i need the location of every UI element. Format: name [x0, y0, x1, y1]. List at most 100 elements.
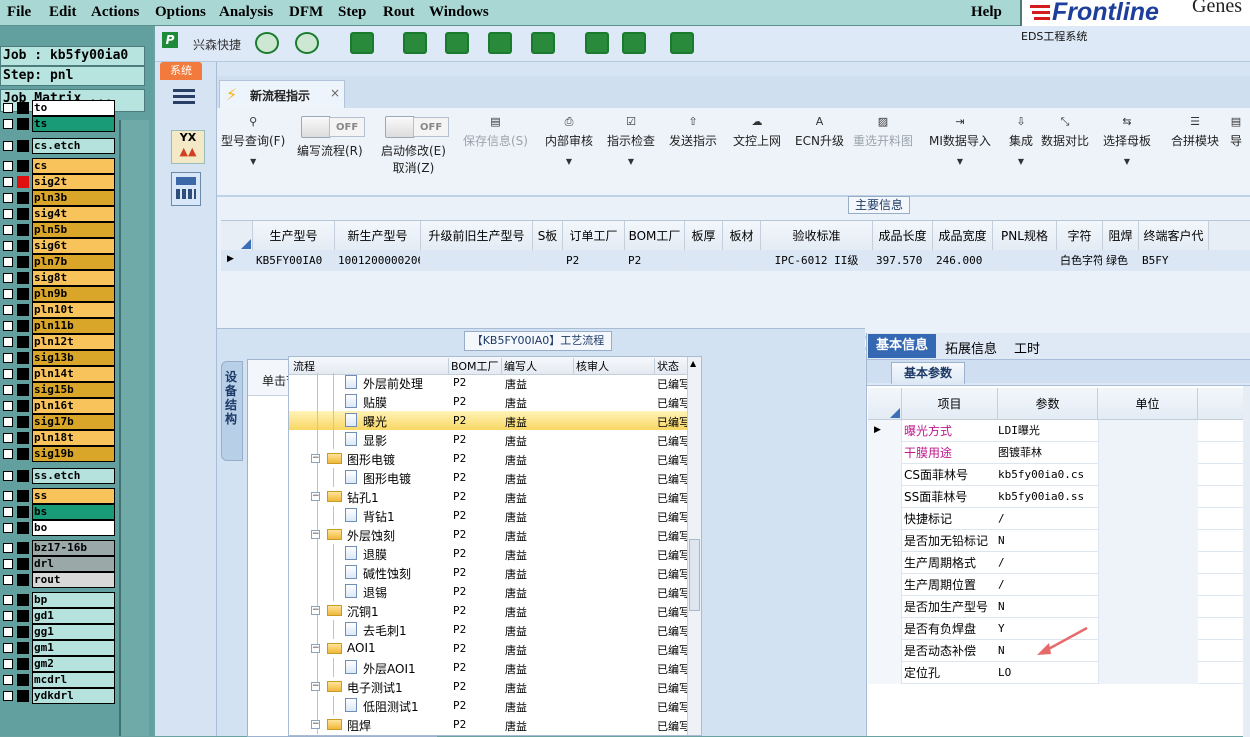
dropdown-arrow-icon[interactable]: ▼: [545, 157, 593, 166]
layer-checkbox[interactable]: [3, 369, 13, 379]
layer-row[interactable]: bo: [0, 520, 116, 536]
matrix-icon[interactable]: [531, 32, 555, 54]
layer-checkbox[interactable]: [3, 417, 13, 427]
tree-folder-row[interactable]: − 图形电镀 P2 唐益 已编写: [289, 449, 687, 468]
tab-new-process[interactable]: ⚡ 新流程指示 ×: [219, 80, 345, 108]
layer-checkbox[interactable]: [3, 209, 13, 219]
layer-row[interactable]: gm1: [0, 640, 116, 656]
layer-name[interactable]: mcdrl: [32, 672, 115, 688]
menu-help[interactable]: Help: [971, 4, 1002, 21]
menu-file[interactable]: File: [7, 4, 31, 21]
param-value[interactable]: kb5fy00ia0.cs: [998, 464, 1096, 486]
layer-row[interactable]: sig15b: [0, 382, 116, 398]
toolbar-button-10[interactable]: ⇥ MI数据导入 ▼: [929, 116, 991, 167]
toggle-switch[interactable]: OFF: [381, 116, 450, 140]
collapse-toggle-icon[interactable]: −: [311, 682, 320, 691]
calculator-icon[interactable]: [171, 172, 201, 206]
tree-scroll-thumb[interactable]: [689, 539, 700, 611]
tree-node-row[interactable]: 贴膜 P2 唐益 已编写: [289, 392, 687, 411]
layer-row[interactable]: sig2t: [0, 174, 116, 190]
col-header[interactable]: 升级前旧生产型号: [421, 221, 533, 251]
tab-basic-params[interactable]: 基本参数: [891, 362, 965, 384]
toolbar-button-6[interactable]: ⇧ 发送指示: [669, 116, 717, 149]
layer-row[interactable]: gd1: [0, 608, 116, 624]
param-value[interactable]: /: [998, 574, 1096, 596]
toolbar-button-7[interactable]: ☁ 文控上网: [733, 116, 781, 149]
process-tree-scrollbar[interactable]: ▲: [687, 357, 701, 735]
layer-name[interactable]: pln5b: [32, 222, 115, 238]
layer-name[interactable]: gm2: [32, 656, 115, 672]
user-icon[interactable]: [585, 32, 609, 54]
tree-node-row[interactable]: 背钻1 P2 唐益 已编写: [289, 506, 687, 525]
layer-name[interactable]: sig19b: [32, 446, 115, 462]
layer-name[interactable]: gg1: [32, 624, 115, 640]
layer-name[interactable]: bs: [32, 504, 115, 520]
monitor-icon[interactable]: [670, 32, 694, 54]
col-header[interactable]: PNL规格: [993, 221, 1057, 251]
layer-name[interactable]: pln10t: [32, 302, 115, 318]
layer-name[interactable]: pln18t: [32, 430, 115, 446]
param-row[interactable]: 生产周期格式 /: [868, 552, 1243, 574]
layer-checkbox[interactable]: [3, 353, 13, 363]
tree-node-row[interactable]: 图形电镀 P2 唐益 已编写: [289, 468, 687, 487]
layer-checkbox[interactable]: [3, 401, 13, 411]
layer-name[interactable]: pln7b: [32, 254, 115, 270]
col-header[interactable]: 验收标准: [761, 221, 873, 251]
layer-name[interactable]: bz17-16b: [32, 540, 115, 556]
layer-row[interactable]: ss: [0, 488, 116, 504]
param-value[interactable]: 图镀菲林: [998, 442, 1096, 464]
col-header[interactable]: 新生产型号: [335, 221, 421, 251]
layer-row[interactable]: sig13b: [0, 350, 116, 366]
tree-node-row[interactable]: 外层AOI1 P2 唐益 已编写: [289, 658, 687, 677]
param-row[interactable]: 快捷标记 /: [868, 508, 1243, 530]
tree-col-header[interactable]: 编写人: [502, 358, 574, 374]
tree-node-row[interactable]: 低阻测试1 P2 唐益 已编写: [289, 696, 687, 715]
params-scrollbar[interactable]: [1243, 386, 1250, 737]
layer-name[interactable]: pln9b: [32, 286, 115, 302]
toggle-switch[interactable]: OFF: [297, 116, 366, 140]
layer-row[interactable]: cs.etch: [0, 138, 116, 154]
layer-name[interactable]: cs.etch: [32, 138, 115, 154]
layer-checkbox[interactable]: [3, 627, 13, 637]
layer-row[interactable]: pln14t: [0, 366, 116, 382]
tree-col-header[interactable]: BOM工厂: [449, 358, 502, 374]
layer-row[interactable]: pln10t: [0, 302, 116, 318]
dropdown-arrow-icon[interactable]: ▼: [929, 157, 991, 166]
col-header[interactable]: 生产型号: [253, 221, 335, 251]
col-header[interactable]: 字符: [1057, 221, 1103, 251]
tree-node-row[interactable]: 外层前处理 P2 唐益 已编写: [289, 373, 687, 392]
dropdown-arrow-icon[interactable]: ▼: [1103, 157, 1151, 166]
menu-hamburger-icon[interactable]: [173, 86, 195, 106]
menu-windows[interactable]: Windows: [429, 4, 489, 21]
layer-row[interactable]: sig19b: [0, 446, 116, 462]
tree-col-header[interactable]: 流程: [291, 358, 449, 374]
layer-checkbox[interactable]: [3, 103, 13, 113]
tab-work-hours[interactable]: 工时: [1014, 338, 1040, 357]
equipment-structure-tab[interactable]: 设备结构: [221, 361, 243, 461]
search-icon[interactable]: [255, 32, 279, 54]
layer-name[interactable]: sig15b: [32, 382, 115, 398]
chart-icon[interactable]: [622, 32, 646, 54]
layer-checkbox[interactable]: [3, 491, 13, 501]
menu-step[interactable]: Step: [338, 4, 366, 21]
close-tab-icon[interactable]: ×: [330, 86, 340, 100]
layer-name[interactable]: gm1: [32, 640, 115, 656]
layer-row[interactable]: drl: [0, 556, 116, 572]
layer-name[interactable]: sig6t: [32, 238, 115, 254]
menu-rout[interactable]: Rout: [383, 4, 415, 21]
param-value[interactable]: /: [998, 508, 1096, 530]
toolbar-button-3[interactable]: ▤ 保存信息(S): [463, 116, 528, 149]
layer-name[interactable]: rout: [32, 572, 115, 588]
layer-checkbox[interactable]: [3, 177, 13, 187]
layer-checkbox[interactable]: [3, 559, 13, 569]
layer-name[interactable]: ss.etch: [32, 468, 115, 484]
tree-node-row[interactable]: 去毛刺1 P2 唐益 已编写: [289, 620, 687, 639]
tree-folder-row[interactable]: − 电子测试1 P2 唐益 已编写: [289, 677, 687, 696]
param-row[interactable]: SS面菲林号 kb5fy00ia0.ss: [868, 486, 1243, 508]
layer-name[interactable]: bp: [32, 592, 115, 608]
toolbar-button-1[interactable]: OFF 编写流程(R): [297, 116, 366, 159]
layer-row[interactable]: sig8t: [0, 270, 116, 286]
collapse-toggle-icon[interactable]: −: [311, 720, 320, 729]
layer-row[interactable]: ss.etch: [0, 468, 116, 484]
col-header[interactable]: S板: [533, 221, 563, 251]
